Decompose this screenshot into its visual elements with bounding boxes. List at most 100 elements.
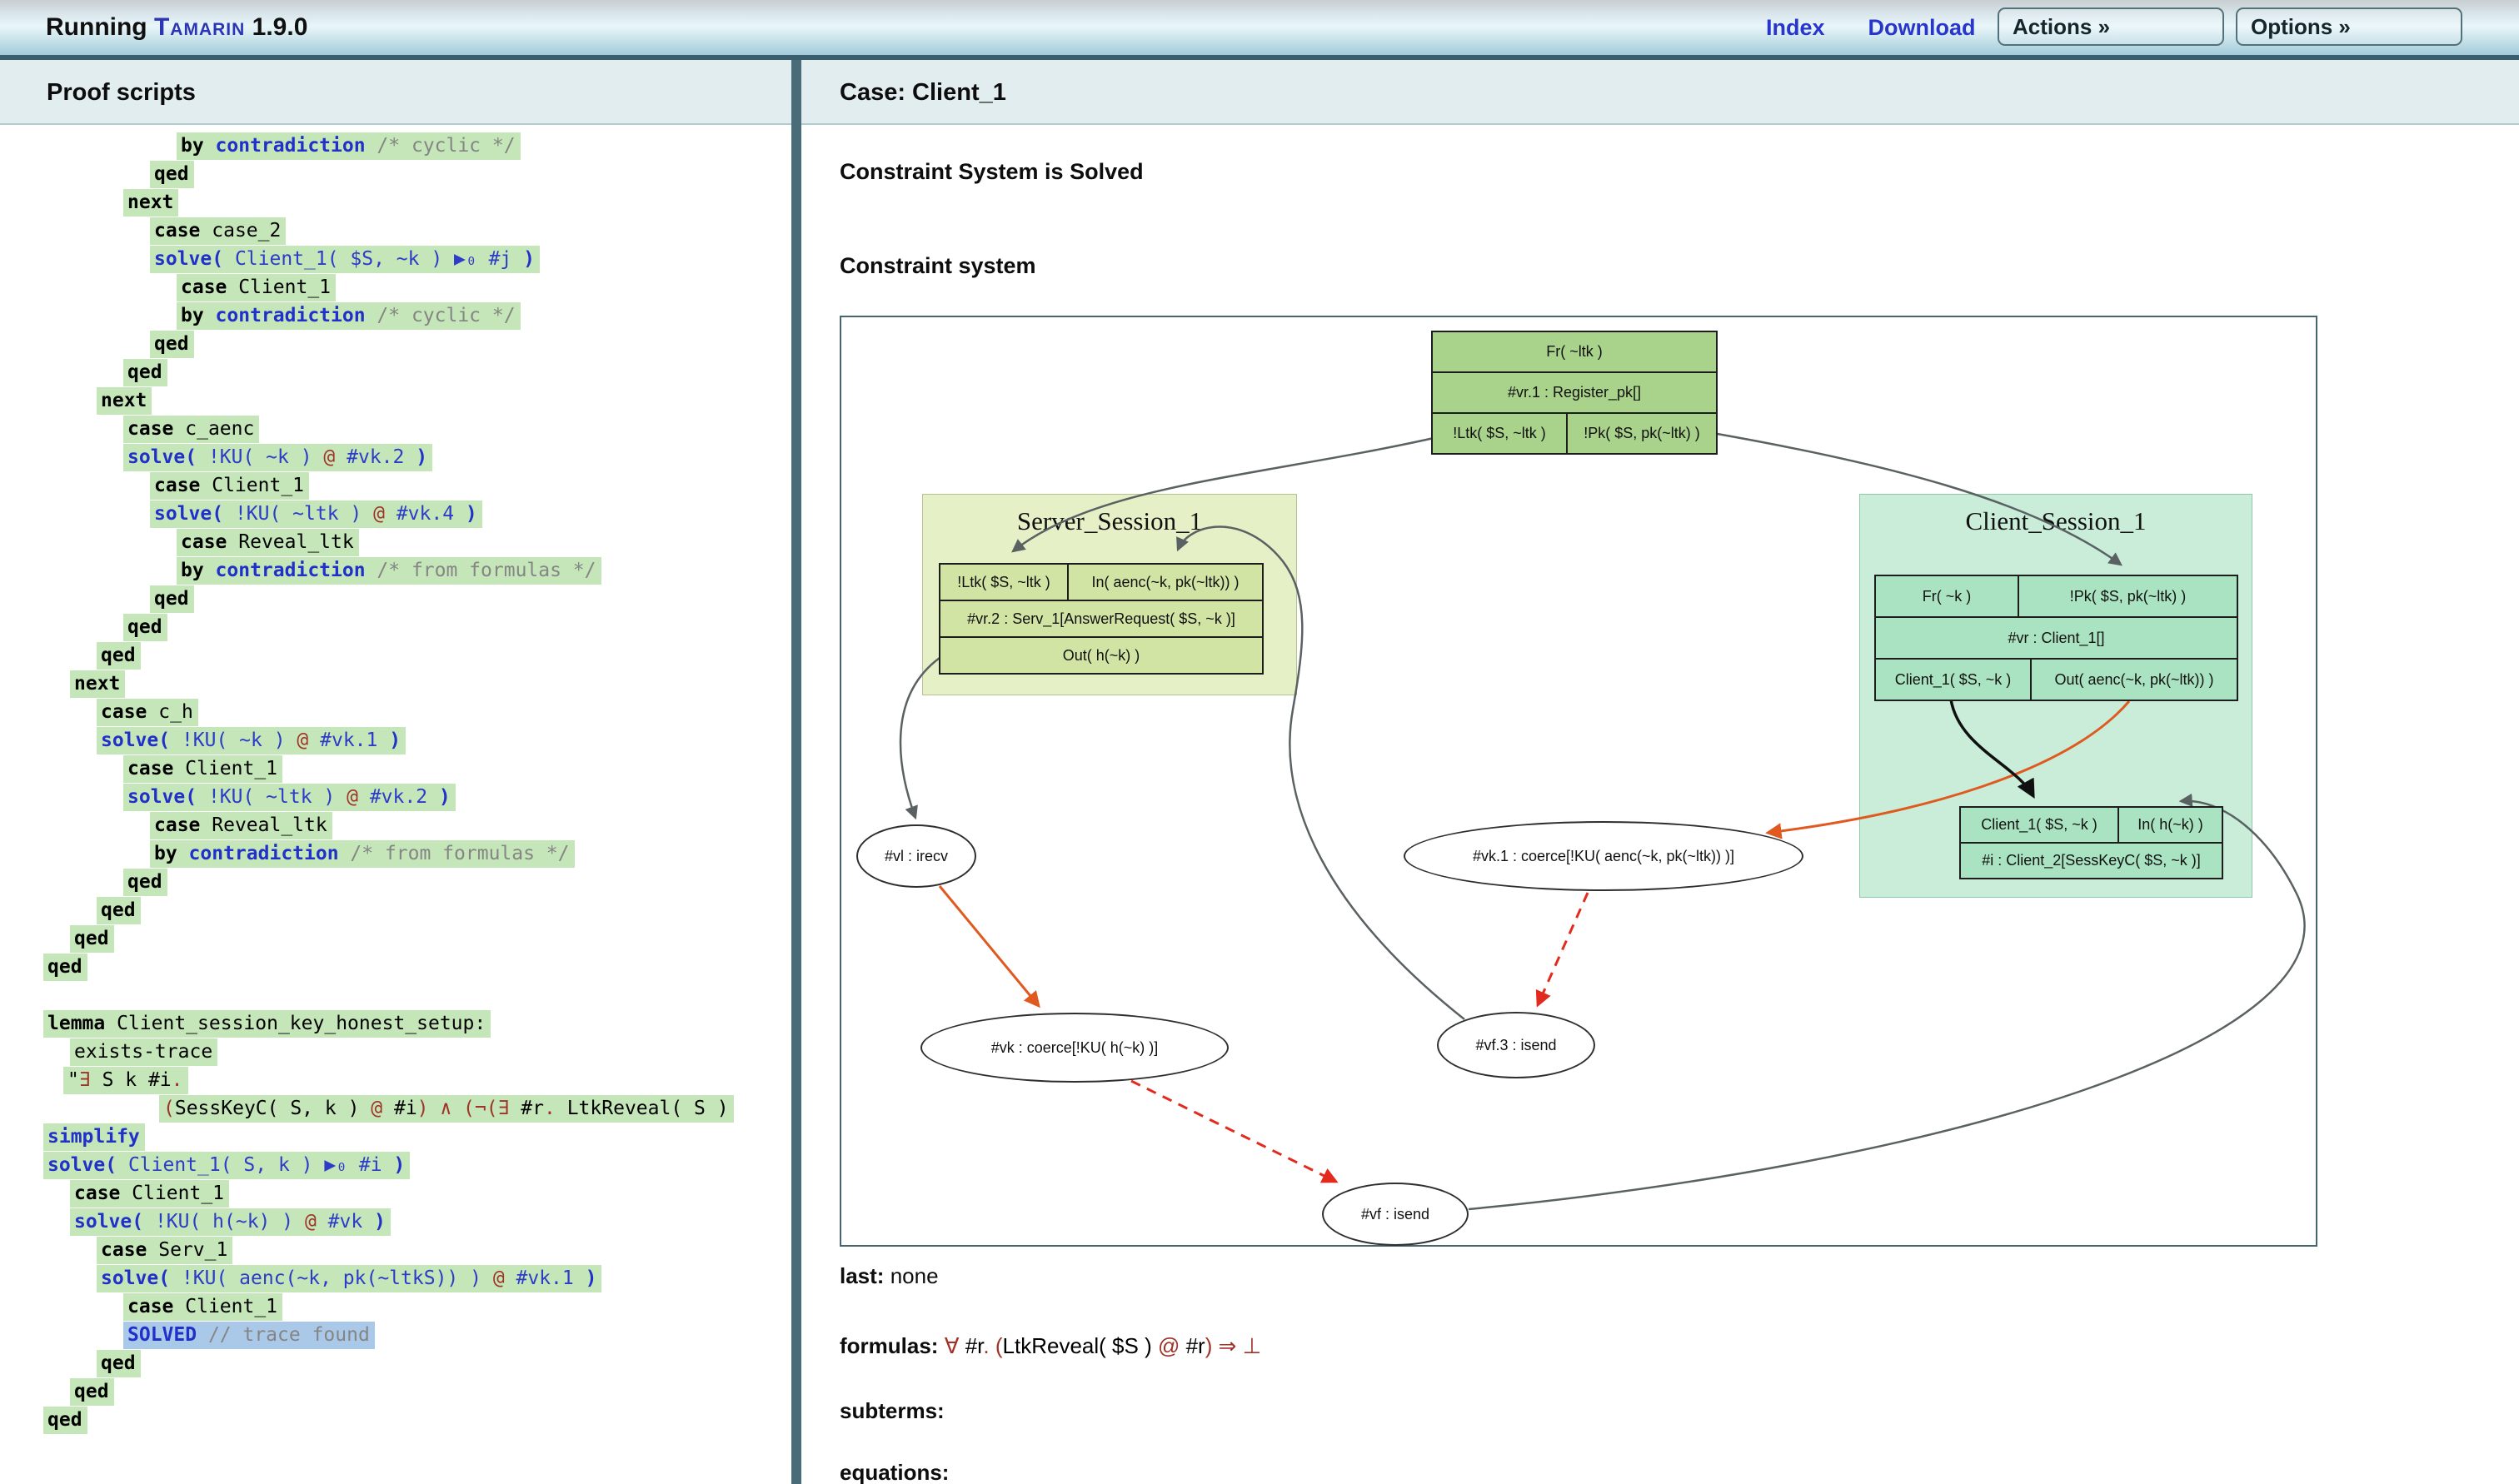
options-button[interactable]: Options » bbox=[2236, 7, 2462, 46]
proof-script-line[interactable]: case Client_1 bbox=[43, 1292, 791, 1321]
proof-script-line[interactable]: qed bbox=[43, 924, 791, 953]
proof-script-line[interactable]: case Client_1 bbox=[43, 1179, 791, 1208]
highlight: by contradiction /* cyclic */ bbox=[177, 132, 521, 160]
text-segment: qed bbox=[101, 645, 136, 666]
proof-script-line[interactable]: solve( !KU( aenc(~k, pk(~ltkS)) ) @ #vk.… bbox=[43, 1264, 791, 1292]
text-segment: solve( bbox=[154, 248, 235, 270]
proof-script-line[interactable]: by contradiction /* cyclic */ bbox=[43, 301, 791, 330]
text-segment: Client_session_key_honest_setup: bbox=[117, 1013, 486, 1034]
case-title: Case: Client_1 bbox=[801, 60, 2519, 125]
text-segment: Serv_1 bbox=[158, 1239, 228, 1261]
proof-script-line[interactable]: solve( !KU( ~k ) @ #vk.2 ) bbox=[43, 443, 791, 471]
text-segment: Client_1( $S, ~k ) ▶₀ #j bbox=[234, 248, 512, 270]
proof-script-line[interactable]: qed bbox=[43, 613, 791, 641]
text-segment: #vk.1 bbox=[308, 730, 378, 751]
proof-script-line[interactable]: exists-trace bbox=[43, 1038, 791, 1066]
highlight: case Client_1 bbox=[123, 1293, 283, 1321]
text-segment: ) ∧ (¬(∃ bbox=[417, 1098, 510, 1119]
proof-script-line[interactable]: next bbox=[43, 670, 791, 698]
text-segment: ∃ bbox=[78, 1069, 91, 1091]
highlight: lemma Client_session_key_honest_setup: bbox=[43, 1010, 491, 1038]
highlight: by contradiction /* from formulas */ bbox=[177, 557, 601, 585]
proof-script-line[interactable]: qed bbox=[43, 953, 791, 981]
proof-script-line[interactable]: next bbox=[43, 188, 791, 217]
proof-script-line[interactable]: SOLVED // trace found bbox=[43, 1321, 791, 1349]
proof-script-line[interactable]: case Serv_1 bbox=[43, 1236, 791, 1264]
text-segment: ( bbox=[163, 1098, 175, 1119]
formula-value: ∀ #r. (LtkReveal( $S ) @ #r) ⇒ ⊥ bbox=[945, 1333, 1262, 1358]
highlight: "∃ S k #i. bbox=[63, 1067, 188, 1094]
text-segment: c_aenc bbox=[185, 418, 255, 440]
text-segment: ) bbox=[454, 503, 477, 525]
top-bar: Running Tamarin 1.9.0 Index Download Acti… bbox=[0, 0, 2519, 60]
text-segment: !KU( h(~k) ) bbox=[154, 1211, 305, 1233]
proof-script-line[interactable]: by contradiction /* from formulas */ bbox=[43, 556, 791, 585]
actions-button[interactable]: Actions » bbox=[1998, 7, 2224, 46]
proof-script-line[interactable]: qed bbox=[43, 358, 791, 386]
proof-script-line[interactable]: case Client_1 bbox=[43, 471, 791, 500]
proof-script-line[interactable]: case case_2 bbox=[43, 217, 791, 245]
text-segment: by bbox=[181, 305, 216, 326]
text-segment: case bbox=[154, 220, 212, 242]
highlight: qed bbox=[150, 161, 194, 188]
highlight: exists-trace bbox=[70, 1038, 218, 1066]
nav-link-download[interactable]: Download bbox=[1868, 15, 1976, 41]
text-segment: /* from formulas */ bbox=[365, 560, 596, 581]
proof-script-line[interactable]: qed bbox=[43, 160, 791, 188]
proof-script-line[interactable]: by contradiction /* from formulas */ bbox=[43, 839, 791, 868]
text-segment: Client_1 bbox=[185, 1296, 278, 1317]
proof-script-line[interactable]: qed bbox=[43, 641, 791, 670]
proof-script-line[interactable]: (SessKeyC( S, k ) @ #i) ∧ (¬(∃ #r. LtkRe… bbox=[43, 1094, 791, 1123]
text-segment: case bbox=[101, 1239, 159, 1261]
text-segment: ) bbox=[377, 730, 402, 751]
proof-scripts-title: Proof scripts bbox=[0, 60, 791, 125]
text-segment: qed bbox=[101, 1352, 136, 1374]
text-segment: Client_1( S, k ) ▶₀ #i bbox=[127, 1154, 382, 1176]
highlight: solve( !KU( ~ltk ) @ #vk.4 ) bbox=[150, 500, 482, 528]
proof-script-line[interactable]: simplify bbox=[43, 1123, 791, 1151]
proof-script-line[interactable]: qed bbox=[43, 1406, 791, 1434]
proof-script-line[interactable]: case c_aenc bbox=[43, 415, 791, 443]
proof-script-line[interactable]: qed bbox=[43, 585, 791, 613]
proof-script-line[interactable]: qed bbox=[43, 1377, 791, 1406]
proof-script-line[interactable]: case Reveal_ltk bbox=[43, 811, 791, 839]
text-segment: @ bbox=[371, 1098, 383, 1119]
highlight: case Serv_1 bbox=[97, 1237, 233, 1264]
proof-script-line[interactable]: solve( !KU( ~ltk ) @ #vk.4 ) bbox=[43, 500, 791, 528]
proof-script-line[interactable]: by contradiction /* cyclic */ bbox=[43, 132, 791, 160]
proof-script-line[interactable]: case Client_1 bbox=[43, 754, 791, 783]
text-segment: !KU( ~ltk ) bbox=[234, 503, 374, 525]
text-segment: case bbox=[127, 1296, 186, 1317]
proof-script-line[interactable]: solve( !KU( h(~k) ) @ #vk ) bbox=[43, 1208, 791, 1236]
text-segment: solve( bbox=[74, 1211, 155, 1233]
proof-script-line[interactable]: qed bbox=[43, 896, 791, 924]
proof-script-line[interactable]: qed bbox=[43, 868, 791, 896]
text-segment: contradiction bbox=[215, 135, 366, 157]
nav-link-index[interactable]: Index bbox=[1766, 15, 1825, 41]
text-segment: . bbox=[171, 1069, 183, 1091]
case-panel: Case: Client_1 Constraint System is Solv… bbox=[801, 60, 2519, 1484]
proof-script-line[interactable]: next bbox=[43, 386, 791, 415]
proof-script-line[interactable]: case c_h bbox=[43, 698, 791, 726]
proof-script-line[interactable]: qed bbox=[43, 330, 791, 358]
text-segment: next bbox=[74, 673, 121, 695]
text-segment: /* cyclic */ bbox=[365, 305, 516, 326]
last-label: last: bbox=[840, 1263, 885, 1288]
proof-script-line[interactable]: "∃ S k #i. bbox=[43, 1066, 791, 1094]
proof-script-line[interactable]: case Reveal_ltk bbox=[43, 528, 791, 556]
panel-divider[interactable] bbox=[791, 60, 801, 1484]
proof-script-line[interactable]: solve( Client_1( $S, ~k ) ▶₀ #j ) bbox=[43, 245, 791, 273]
proof-script-line[interactable]: case Client_1 bbox=[43, 273, 791, 301]
proof-script-line[interactable]: solve( !KU( ~k ) @ #vk.1 ) bbox=[43, 726, 791, 754]
highlight: solve( !KU( ~k ) @ #vk.1 ) bbox=[97, 727, 407, 754]
text-segment: lemma bbox=[47, 1013, 117, 1034]
proof-script-line[interactable]: solve( Client_1( S, k ) ▶₀ #i ) bbox=[43, 1151, 791, 1179]
proof-script-line[interactable]: lemma Client_session_key_honest_setup: bbox=[43, 1009, 791, 1038]
text-segment: !KU( aenc(~k, pk(~ltkS)) ) bbox=[181, 1267, 493, 1289]
text-segment: simplify bbox=[47, 1126, 140, 1148]
proof-script-line[interactable]: qed bbox=[43, 1349, 791, 1377]
text-segment: " bbox=[67, 1069, 79, 1091]
text-segment: @ bbox=[304, 1211, 317, 1233]
text-segment: @ bbox=[297, 730, 309, 751]
proof-script-line[interactable]: solve( !KU( ~ltk ) @ #vk.2 ) bbox=[43, 783, 791, 811]
